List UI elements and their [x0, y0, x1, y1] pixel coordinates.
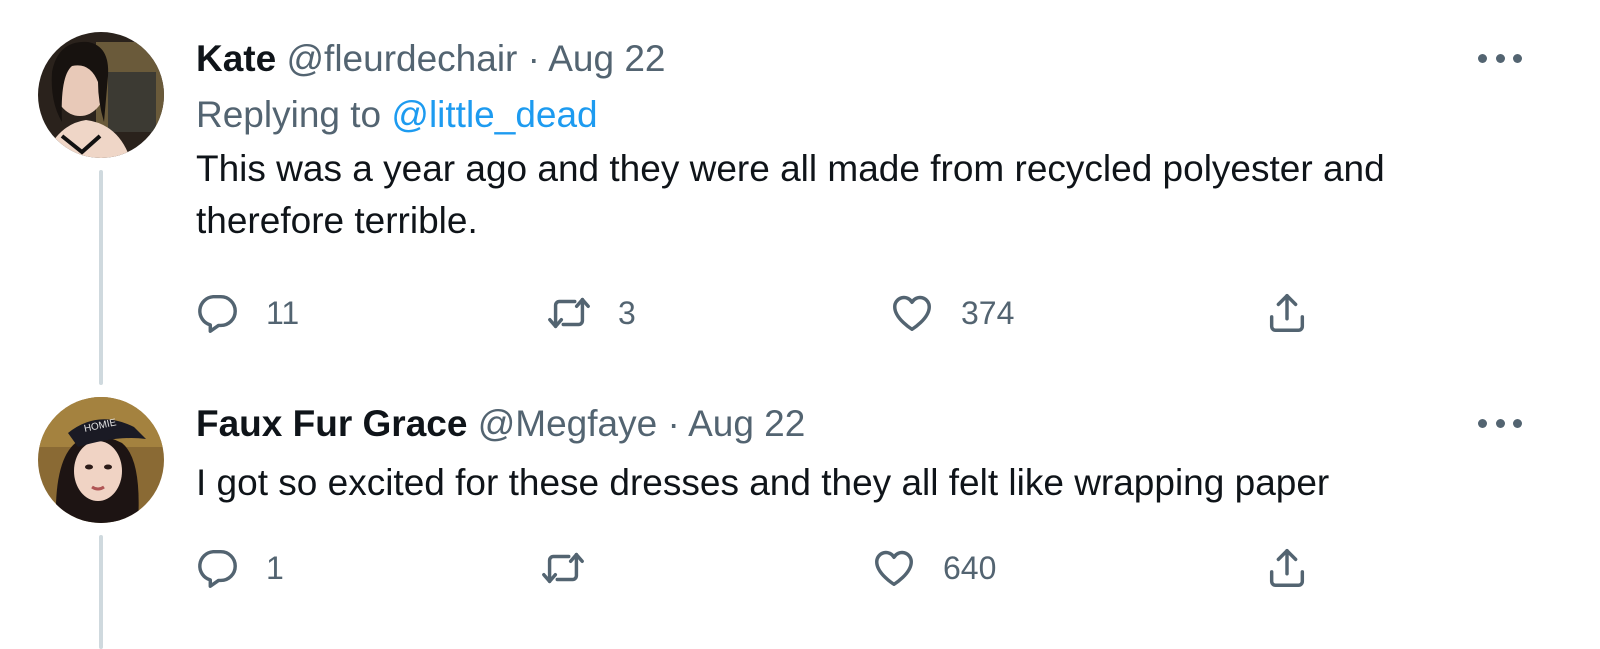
retweet-button[interactable]: 3	[546, 288, 636, 338]
like-icon	[893, 295, 931, 332]
replying-to-link[interactable]: @little_dead	[391, 94, 597, 135]
tweet-text: This was a year ago and they were all ma…	[196, 143, 1530, 247]
tweet-date[interactable]: Aug 22	[548, 38, 665, 79]
avatar[interactable]	[38, 32, 164, 158]
separator-dot: ·	[527, 38, 540, 79]
tweet-text: I got so excited for these dresses and t…	[196, 462, 1330, 503]
more-icon[interactable]	[1478, 413, 1522, 433]
share-icon	[1269, 549, 1305, 587]
retweet-icon	[548, 297, 590, 329]
like-count: 640	[943, 549, 997, 586]
tweet-text-line: This was a year ago and they were all ma…	[196, 148, 1385, 189]
display-name[interactable]: Kate	[196, 38, 276, 79]
replying-to-prefix: Replying to	[196, 94, 382, 135]
tweet-kate[interactable]: Kate @fleurdechair · Aug 22 Replying to …	[0, 0, 1600, 385]
share-button[interactable]	[1264, 543, 1310, 593]
reply-count: 1	[266, 549, 284, 586]
tweet-faux-fur-grace[interactable]: HOMIE Faux Fur Grace @Megfaye · Aug 22 I…	[0, 385, 1600, 649]
tweet-text-line: therefore terrible.	[196, 200, 478, 241]
tweet-header: Kate @fleurdechair · Aug 22	[196, 36, 1530, 82]
retweet-button[interactable]	[540, 543, 612, 593]
share-icon	[1269, 294, 1305, 332]
reply-count: 11	[266, 294, 300, 331]
tweet-content: Faux Fur Grace @Megfaye · Aug 22 I got s…	[196, 401, 1530, 509]
reply-icon	[198, 294, 237, 333]
separator-dot: ·	[667, 403, 680, 444]
like-count: 374	[961, 294, 1015, 331]
tweet-date[interactable]: Aug 22	[688, 403, 805, 444]
user-handle[interactable]: @Megfaye	[478, 403, 657, 444]
share-button[interactable]	[1264, 288, 1310, 338]
thread-line	[99, 170, 103, 385]
replying-to: Replying to @little_dead	[196, 92, 1530, 138]
tweet-content: Kate @fleurdechair · Aug 22 Replying to …	[196, 36, 1530, 247]
action-bar: 1 640	[0, 543, 1600, 593]
reply-button[interactable]: 1	[194, 543, 284, 593]
reply-icon	[198, 549, 237, 588]
more-icon[interactable]	[1478, 48, 1522, 68]
action-bar: 11 3 374	[0, 288, 1600, 338]
avatar[interactable]: HOMIE	[38, 397, 164, 523]
like-button[interactable]: 640	[871, 543, 996, 593]
like-icon	[875, 550, 913, 587]
user-handle[interactable]: @fleurdechair	[286, 38, 517, 79]
retweet-count: 3	[618, 294, 636, 331]
like-button[interactable]: 374	[889, 288, 1014, 338]
reply-button[interactable]: 11	[194, 288, 299, 338]
display-name[interactable]: Faux Fur Grace	[196, 403, 467, 444]
retweet-icon	[542, 552, 584, 584]
tweet-header: Faux Fur Grace @Megfaye · Aug 22	[196, 401, 1530, 447]
